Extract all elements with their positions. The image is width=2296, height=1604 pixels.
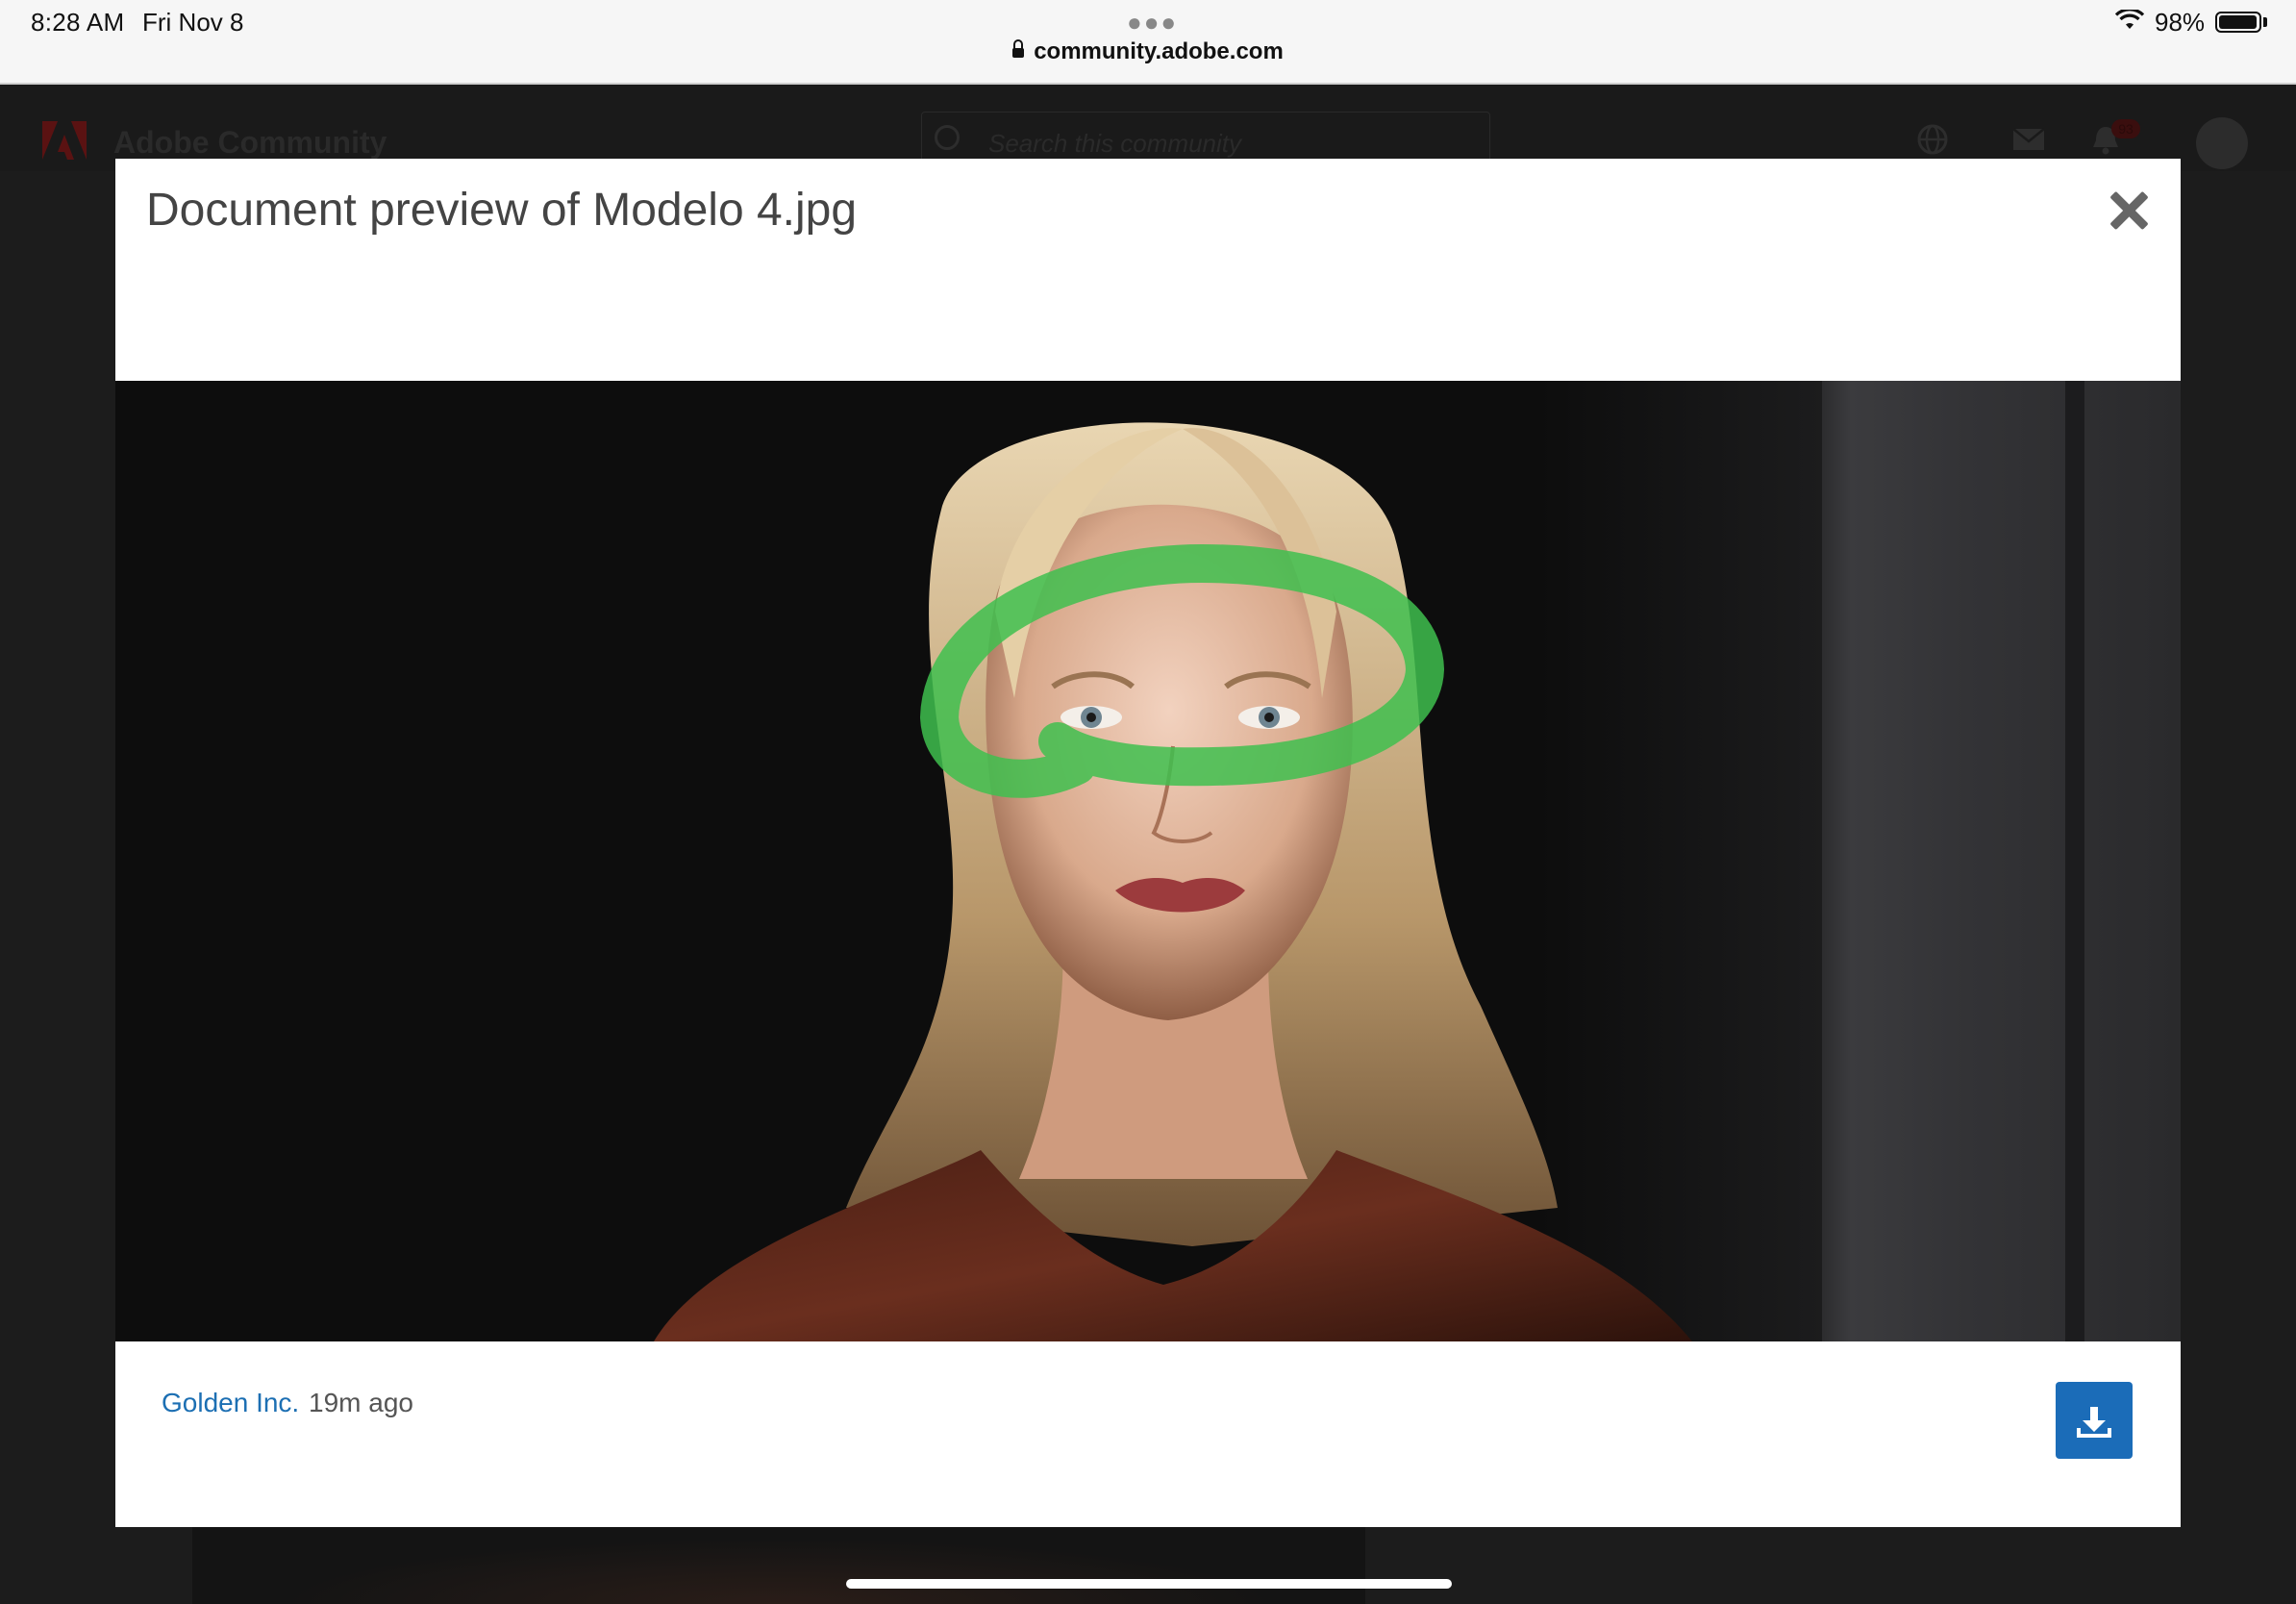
- battery-percent: 98%: [2155, 8, 2206, 37]
- author-link[interactable]: Golden Inc.: [162, 1388, 299, 1418]
- mail-icon[interactable]: [2011, 123, 2046, 156]
- avatar[interactable]: [2196, 117, 2248, 169]
- search-placeholder: Search this community: [988, 129, 1241, 158]
- post-image-thumbnail[interactable]: [192, 1527, 1365, 1604]
- close-icon[interactable]: [2109, 191, 2148, 230]
- site-title[interactable]: Adobe Community: [113, 125, 387, 161]
- status-time: 8:28 AM: [31, 8, 125, 37]
- post-timestamp: 19m ago: [309, 1388, 413, 1417]
- status-bar: 8:28 AM Fri Nov 8 ●●● community.adobe.co…: [0, 0, 2296, 85]
- battery-icon: [2215, 12, 2261, 33]
- portrait-photo: [654, 422, 1692, 1341]
- modal-title: Document preview of Modelo 4.jpg: [146, 185, 858, 236]
- more-dots-icon[interactable]: ●●●: [1127, 8, 1178, 38]
- search-icon: [935, 125, 960, 150]
- download-button[interactable]: [2056, 1382, 2133, 1459]
- wifi-icon: [2115, 10, 2144, 29]
- status-date: Fri Nov 8: [142, 8, 244, 37]
- home-indicator[interactable]: [846, 1579, 1452, 1589]
- battery-level: [2219, 15, 2257, 29]
- lock-icon: [1012, 39, 1025, 58]
- adobe-logo-icon[interactable]: [42, 121, 87, 160]
- battery-tip: [2263, 17, 2267, 27]
- address-url: community.adobe.com: [1034, 38, 1284, 64]
- download-icon: [2077, 1407, 2111, 1438]
- document-preview-modal: Document preview of Modelo 4.jpg Golden …: [115, 159, 2181, 1527]
- notification-count-badge: 93: [2111, 119, 2140, 138]
- image-preview: [115, 381, 2181, 1341]
- address-bar[interactable]: community.adobe.com: [0, 38, 2296, 65]
- globe-icon[interactable]: [1915, 123, 1950, 156]
